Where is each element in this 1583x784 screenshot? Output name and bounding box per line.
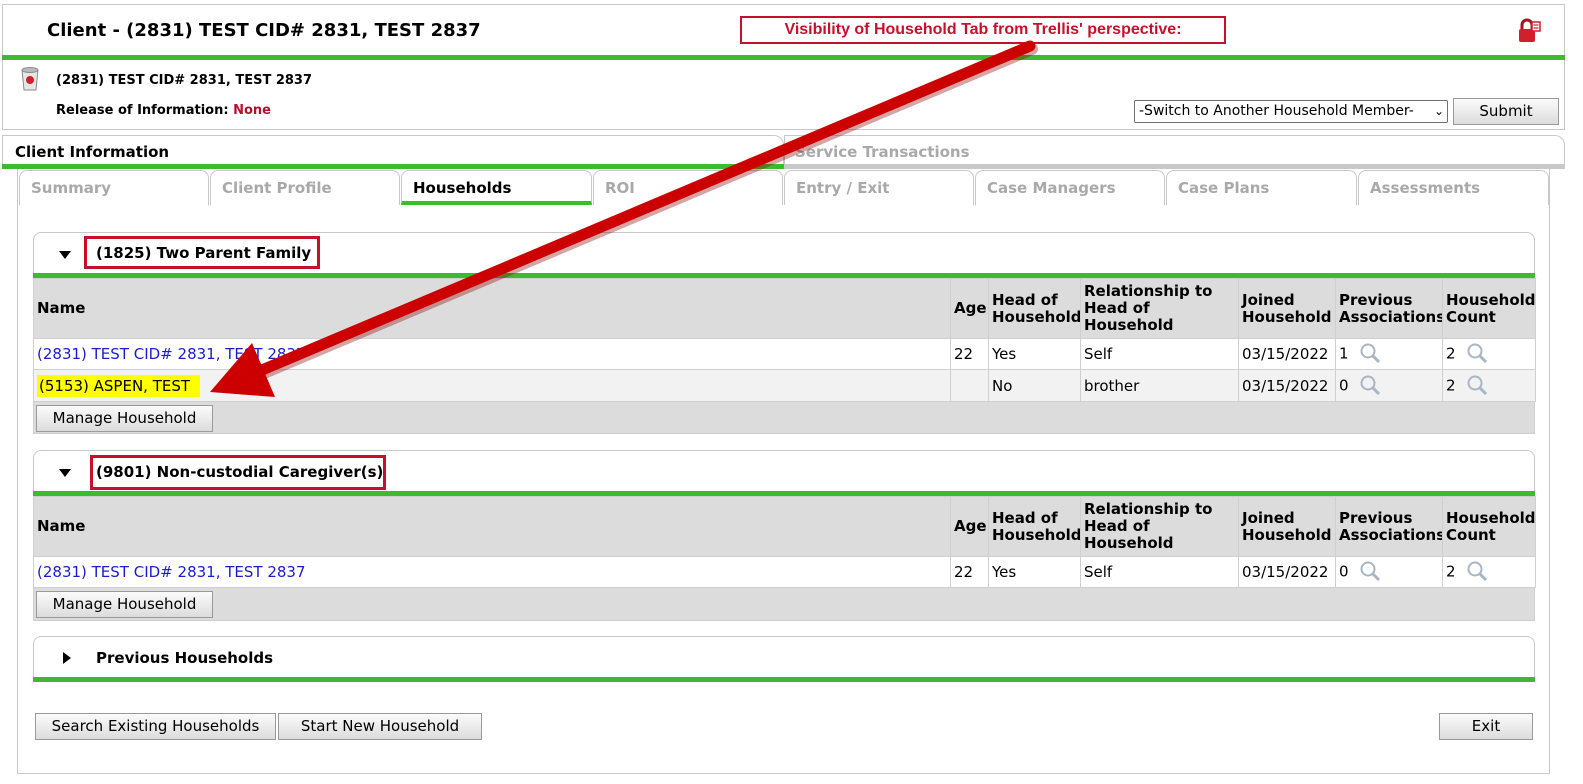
table-row: (2831) TEST CID# 2831, TEST 2837 22 Yes … [33,338,1536,370]
exit-button[interactable]: Exit [1439,713,1533,740]
col-header-household-count: Household Count [1442,278,1536,339]
col-header-name: Name [33,278,951,339]
household-footer [33,401,1535,434]
subtab-case-plans[interactable]: Case Plans [1166,170,1357,205]
household-member-select-value: -Switch to Another Household Member- [1139,103,1414,119]
subtab-summary[interactable]: Summary [19,170,209,205]
manage-household-button[interactable]: Manage Household [36,405,213,432]
member-joined: 03/15/2022 [1238,338,1336,370]
subtab-entry-exit[interactable]: Entry / Exit [784,170,974,205]
member-previous: 0 [1335,556,1443,588]
household-title: (1825) Two Parent Family [96,244,312,262]
subtab-label: Summary [31,179,112,197]
col-header-head-of-household: Head of Household [988,278,1081,339]
page-title: Client - (2831) TEST CID# 2831, TEST 283… [47,20,481,41]
col-header-name: Name [33,496,951,557]
member-count: 2 [1442,369,1536,402]
col-header-previous-associations: Previous Associations [1335,278,1443,339]
tab-service-transactions-label: Service Transactions [795,143,970,161]
subtab-client-profile[interactable]: Client Profile [210,170,400,205]
member-age: 22 [950,338,989,370]
table-row: (5153) ASPEN, TEST No brother 03/15/2022… [33,369,1536,402]
col-header-relationship: Relationship to Head of Household [1080,278,1239,339]
col-header-previous-associations: Previous Associations [1335,496,1443,557]
magnifier-icon[interactable] [1359,561,1380,582]
subtab-label: Entry / Exit [796,179,890,197]
lock-icon[interactable] [1516,18,1542,44]
subtab-case-managers[interactable]: Case Managers [975,170,1165,205]
col-header-household-count: Household Count [1442,496,1536,557]
client-photo-icon [19,66,41,92]
subtab-assessments[interactable]: Assessments [1358,170,1549,205]
collapse-triangle-icon[interactable] [59,251,71,259]
subtab-label: Case Plans [1178,179,1270,197]
member-name-link[interactable]: (5153) ASPEN, TEST [33,369,951,402]
member-age: 22 [950,556,989,588]
magnifier-icon[interactable] [1466,375,1487,396]
household-member-select[interactable]: -Switch to Another Household Member- ⌄ [1134,100,1448,123]
highlighted-member-name[interactable]: (5153) ASPEN, TEST [37,374,201,397]
magnifier-icon[interactable] [1466,343,1487,364]
household-members-table: Name Age Head of Household Relationship t… [33,278,1536,402]
subtab-label: Client Profile [222,179,332,197]
subtab-label: Case Managers [987,179,1116,197]
member-name-link[interactable]: (2831) TEST CID# 2831, TEST 2837 [33,338,951,370]
subtab-label: Assessments [1370,179,1481,197]
member-head: Yes [988,556,1081,588]
col-header-joined: Joined Household [1238,278,1336,339]
client-name: (2831) TEST CID# 2831, TEST 2837 [56,73,313,88]
member-head: Yes [988,338,1081,370]
member-count: 2 [1442,556,1536,588]
annotation-callout: Visibility of Household Tab from Trellis… [740,16,1226,44]
header-divider [2,55,1565,60]
member-count: 2 [1442,338,1536,370]
member-joined: 03/15/2022 [1238,369,1336,402]
table-row: (2831) TEST CID# 2831, TEST 2837 22 Yes … [33,556,1536,588]
col-header-age: Age [950,278,989,339]
search-existing-households-button[interactable]: Search Existing Households [35,713,276,740]
col-header-joined: Joined Household [1238,496,1336,557]
member-name-link[interactable]: (2831) TEST CID# 2831, TEST 2837 [33,556,951,588]
previous-households-divider [33,677,1535,682]
member-relationship: Self [1080,338,1239,370]
subtab-label: ROI [605,179,635,197]
member-previous: 1 [1335,338,1443,370]
expand-triangle-icon[interactable] [63,652,71,664]
subtab-roi[interactable]: ROI [593,170,783,205]
roi-value: None [233,103,271,118]
table-header-row: Name Age Head of Household Relationship t… [33,278,1536,339]
household-footer [33,587,1535,621]
previous-households-title: Previous Households [96,649,274,667]
member-relationship: brother [1080,369,1239,402]
col-header-relationship: Relationship to Head of Household [1080,496,1239,557]
member-previous: 0 [1335,369,1443,402]
member-head: No [988,369,1081,402]
member-age [950,369,989,402]
chevron-down-icon: ⌄ [1433,104,1444,118]
member-joined: 03/15/2022 [1238,556,1336,588]
submit-button[interactable]: Submit [1453,98,1559,125]
tab-client-information-label: Client Information [15,143,170,161]
collapse-triangle-icon[interactable] [59,469,71,477]
table-header-row: Name Age Head of Household Relationship t… [33,496,1536,557]
magnifier-icon[interactable] [1359,375,1380,396]
roi-label: Release of Information: [56,103,229,118]
household-members-table: Name Age Head of Household Relationship t… [33,496,1536,588]
release-of-information: Release of Information: None [56,103,271,118]
manage-household-button[interactable]: Manage Household [36,591,213,618]
col-header-head-of-household: Head of Household [988,496,1081,557]
member-relationship: Self [1080,556,1239,588]
subtab-households[interactable]: Households [401,170,592,205]
household-title: (9801) Non-custodial Caregiver(s) [96,463,384,481]
col-header-age: Age [950,496,989,557]
magnifier-icon[interactable] [1359,343,1380,364]
start-new-household-button[interactable]: Start New Household [278,713,482,740]
subtab-label: Households [413,179,512,197]
magnifier-icon[interactable] [1466,561,1487,582]
